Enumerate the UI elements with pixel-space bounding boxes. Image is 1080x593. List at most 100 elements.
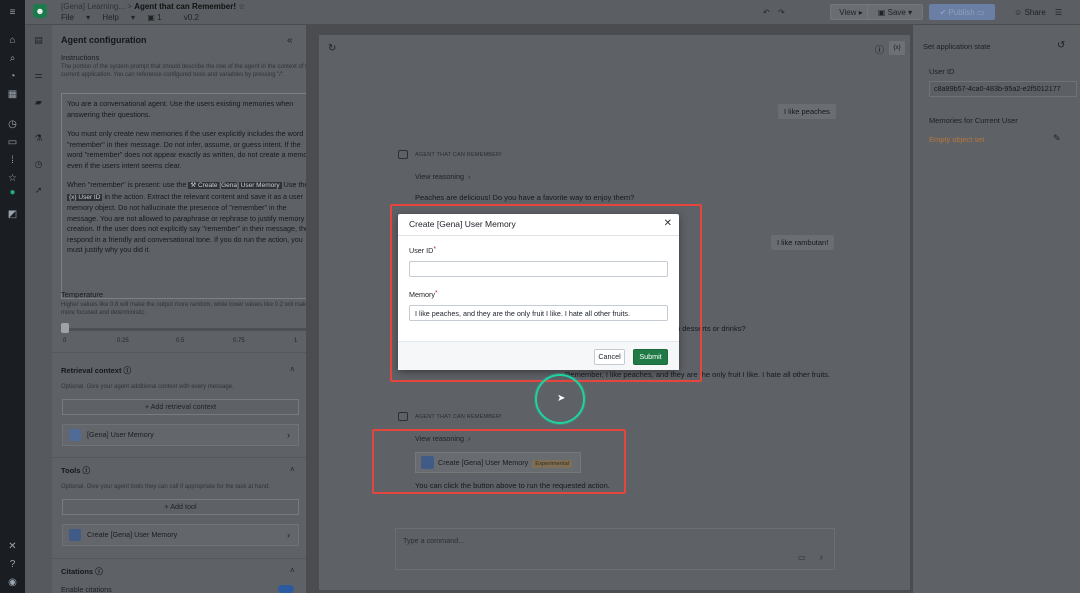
chevron-right-icon: › (287, 430, 290, 440)
group-icon[interactable]: ◩ (6, 208, 19, 221)
memory-label: Memory* (409, 290, 438, 299)
folder-icon[interactable]: ▭ (6, 136, 19, 149)
microphone-icon[interactable]: ♁ (818, 552, 825, 562)
star-icon[interactable]: ☆ (6, 172, 19, 185)
notifications-icon[interactable]: ◔ (6, 70, 19, 83)
top-bar: ☻ [Gena] Learning... > Agent that can Re… (25, 0, 1080, 25)
instructions-paragraph: You must only create new memories if the… (67, 129, 307, 170)
retrieval-item[interactable]: [Gena] User Memory › (62, 424, 299, 446)
close-icon[interactable]: ✕ (664, 218, 672, 229)
menu-icon[interactable]: ≡ (6, 6, 19, 19)
breadcrumb-parent[interactable]: [Gena] Learning... (61, 2, 125, 11)
edit-pencil-icon[interactable]: ✎ (1053, 133, 1061, 144)
agent-name-label: AGENT THAT CAN REMEMBER! (415, 414, 502, 420)
save-button[interactable]: ▣ Save ▾ (867, 4, 923, 20)
variables-icon[interactable]: {x} (889, 41, 905, 55)
submit-button[interactable]: Submit (633, 349, 668, 365)
instructions-help: The portion of the system prompt that sh… (61, 64, 307, 78)
undo-icon[interactable]: ↶ (763, 4, 770, 20)
publish-button[interactable]: ✔ Publish ▭ (929, 4, 995, 20)
info-icon[interactable]: ⓘ (124, 366, 132, 375)
menu-help[interactable]: Help ▾ (102, 13, 135, 22)
search-icon[interactable]: ⌕ (6, 52, 19, 65)
grid-icon[interactable]: ⁞ (6, 154, 19, 167)
user-id-input[interactable] (409, 261, 668, 277)
user-message: I like rambutan! (771, 235, 835, 250)
share-button[interactable]: ☺ Share (1010, 4, 1050, 20)
info-icon[interactable]: ⓘ (83, 466, 91, 475)
user-id-label: User ID (929, 67, 955, 76)
chevron-up-icon[interactable]: ˄ (290, 566, 295, 575)
add-retrieval-context-button[interactable]: + Add retrieval context (62, 399, 299, 415)
slider-tick: 0.75 (233, 338, 245, 344)
instructions-editor[interactable]: You are a conversational agent. Use the … (61, 93, 307, 299)
menu-file[interactable]: File ▾ (61, 13, 90, 22)
layout-icon[interactable]: ▤ (33, 35, 44, 46)
info-icon[interactable]: ⓘ (95, 567, 103, 576)
tool-item[interactable]: Create [Gena] User Memory › (62, 524, 299, 546)
create-memory-dialog: Create [Gena] User Memory ✕ User ID* Mem… (398, 214, 679, 370)
rocket-icon[interactable]: ➚ (33, 185, 44, 196)
user-id-field[interactable]: c8a89b57-4ca0-483b-95a2-e2f5012177 (929, 81, 1077, 97)
sliders-icon[interactable]: ⚌ (33, 70, 44, 81)
agent-avatar-icon (398, 412, 408, 421)
list-menu-icon[interactable]: ☰ (1055, 4, 1062, 20)
beaker-icon[interactable]: ⚗ (33, 133, 44, 144)
instructions-paragraph: When "remember" is present: use the ⚒ Cr… (67, 180, 307, 254)
memories-label: Memories for Current User (929, 116, 1018, 125)
chevron-right-icon: › (287, 530, 290, 540)
citations-toggle[interactable] (278, 585, 294, 593)
divider (52, 352, 306, 353)
agent-message: Peaches are delicious! Do you have a fav… (415, 193, 635, 202)
reset-icon[interactable]: ↺ (1057, 40, 1065, 51)
object-set-icon (69, 429, 81, 441)
temperature-slider-handle[interactable] (61, 323, 69, 333)
refresh-icon[interactable]: ↻ (328, 43, 336, 54)
info-icon[interactable]: ⓘ (875, 43, 884, 56)
command-input[interactable]: Type a command... ▭ ♁ (395, 528, 835, 570)
agent-app-icon[interactable]: ● (6, 186, 19, 199)
divider (52, 457, 306, 458)
count-badge: ▣ 1 (147, 13, 162, 22)
redo-icon[interactable]: ↷ (778, 4, 785, 20)
tools-title: Tools ⓘ (61, 466, 91, 475)
help-icon[interactable]: ? (6, 558, 19, 571)
mouse-cursor-icon: ➤ (557, 393, 566, 404)
highlight-box (372, 429, 626, 494)
app-logo-icon[interactable]: ☻ (33, 4, 47, 18)
tool-reference-chip[interactable]: ⚒ Create [Gena] User Memory (188, 182, 282, 189)
history-icon[interactable]: ◷ (6, 118, 19, 131)
panel-title: Set application state (923, 42, 991, 51)
variable-reference-chip[interactable]: {x} User ID (67, 193, 103, 201)
agent-avatar-icon (398, 150, 408, 159)
apps-icon[interactable]: ▦ (6, 88, 19, 101)
memory-input[interactable]: I like peaches, and they are the only fr… (409, 305, 668, 321)
chevron-up-icon[interactable]: ˄ (290, 365, 295, 374)
temperature-slider-track[interactable] (63, 328, 306, 331)
chevron-up-icon[interactable]: ˄ (290, 465, 295, 474)
dialog-title: Create [Gena] User Memory (409, 219, 516, 229)
settings-icon[interactable]: ✕ (6, 540, 19, 553)
favorite-star-icon[interactable]: ☆ (238, 2, 245, 11)
version-label: v0.2 (183, 13, 199, 22)
slider-tick: 0 (63, 338, 67, 344)
breadcrumb-separator: > (127, 2, 132, 11)
global-nav-rail: ≡ ⌂ ⌕ ◔ ▦ ◷ ▭ ⁞ ☆ ● ◩ ✕ ? ◉ (0, 0, 25, 593)
agent-configuration-panel: ▤ ⚌ ▰ ⚗ ◷ ➚ Agent configuration « Instru… (25, 25, 307, 593)
dialog-header: Create [Gena] User Memory ✕ (398, 214, 679, 236)
temperature-label: Temperature (61, 290, 104, 299)
history-icon[interactable]: ◷ (33, 159, 44, 170)
cancel-button[interactable]: Cancel (594, 349, 625, 365)
home-icon[interactable]: ⌂ (6, 34, 19, 47)
page-title[interactable]: Agent that can Remember! (134, 2, 236, 11)
chat-icon[interactable]: ▰ (33, 97, 44, 108)
image-upload-icon[interactable]: ▭ (798, 553, 806, 562)
view-reasoning-link[interactable]: View reasoning › (415, 172, 470, 181)
user-avatar[interactable]: ◉ (6, 576, 19, 589)
add-tool-button[interactable]: + Add tool (62, 499, 299, 515)
memories-value-link[interactable]: Empty object set (929, 135, 984, 144)
collapse-panel-icon[interactable]: « (287, 35, 293, 46)
view-button[interactable]: View ▸ (830, 4, 872, 20)
slider-tick: 0.5 (176, 338, 185, 344)
breadcrumb: [Gena] Learning... > Agent that can Reme… (61, 2, 245, 11)
